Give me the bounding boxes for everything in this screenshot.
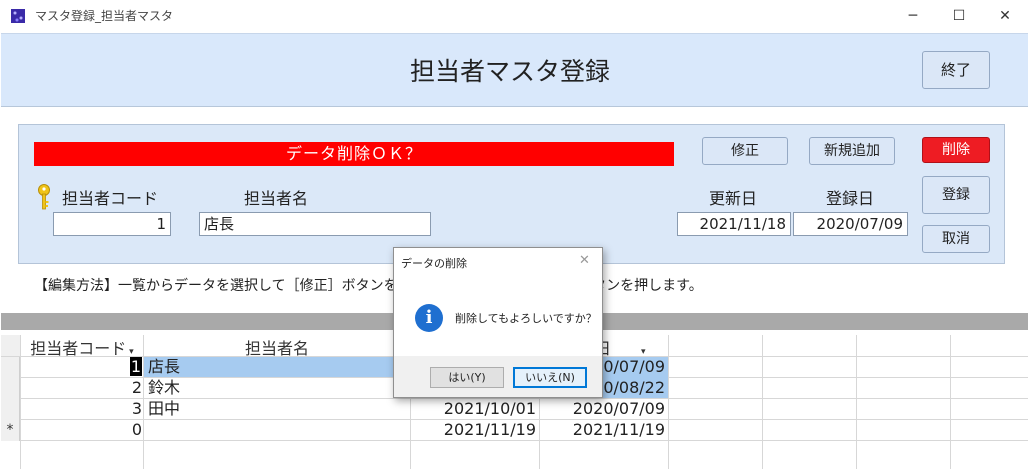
- dialog-close-icon[interactable]: ✕: [579, 253, 590, 268]
- no-button[interactable]: いいえ(N): [513, 367, 587, 388]
- table-cell-updated[interactable]: 2021/11/19: [410, 419, 536, 440]
- app-icon: [11, 9, 25, 23]
- row-selector[interactable]: [1, 378, 20, 399]
- column-header-code[interactable]: 担当者コード ▾: [22, 335, 142, 358]
- cancel-button[interactable]: 取消: [922, 225, 990, 253]
- staff-code-label: 担当者コード: [62, 189, 159, 208]
- column-header-name[interactable]: 担当者名: [144, 335, 410, 358]
- dialog-message: 削除してもよろしいですか？: [455, 312, 597, 325]
- confirm-message-bar: データ削除ＯＫ？: [34, 142, 674, 166]
- window-title: マスタ登録_担当者マスタ: [35, 9, 174, 23]
- page-title: 担当者マスタ登録: [409, 57, 610, 86]
- staff-name-label: 担当者名: [244, 189, 309, 208]
- updated-date-field[interactable]: 2021/11/18: [677, 212, 791, 236]
- yes-button[interactable]: はい(Y): [430, 367, 504, 388]
- register-button[interactable]: 登録: [922, 176, 990, 214]
- delete-button[interactable]: 削除: [922, 137, 990, 163]
- row-selector[interactable]: [1, 399, 20, 420]
- table-cell-name[interactable]: 田中: [148, 398, 180, 419]
- table-cell-registered[interactable]: 2021/11/19: [539, 419, 665, 440]
- maximize-button[interactable]: ☐: [936, 0, 982, 33]
- selected-row-highlight: [144, 357, 410, 377]
- table-cell-updated[interactable]: 2021/10/01: [410, 398, 536, 419]
- table-cell-code[interactable]: 2: [20, 377, 142, 398]
- staff-code-field[interactable]: 1: [53, 212, 171, 236]
- select-all-corner[interactable]: [1, 335, 20, 356]
- staff-name-field[interactable]: 店長: [199, 212, 431, 236]
- table-cell-code[interactable]: 0: [20, 419, 142, 440]
- edit-button[interactable]: 修正: [702, 137, 788, 165]
- minimize-button[interactable]: ─: [890, 0, 936, 33]
- registered-date-field[interactable]: 2020/07/09: [793, 212, 908, 236]
- table-cell-registered[interactable]: 2020/07/09: [539, 398, 665, 419]
- add-new-button[interactable]: 新規追加: [809, 137, 895, 165]
- updated-date-label: 更新日: [709, 189, 758, 208]
- new-row-marker[interactable]: *: [1, 420, 20, 441]
- key-icon: [38, 184, 50, 210]
- table-cell-name[interactable]: 鈴木: [148, 377, 180, 398]
- table-cell-code[interactable]: 3: [20, 398, 142, 419]
- registered-date-label: 登録日: [826, 189, 875, 208]
- info-icon: i: [415, 304, 443, 332]
- dialog-title: データの削除: [401, 257, 467, 270]
- table-cell-name[interactable]: 店長: [148, 356, 180, 377]
- row-selector[interactable]: [1, 357, 20, 378]
- close-button[interactable]: ✕: [982, 0, 1028, 33]
- exit-button[interactable]: 終了: [922, 51, 990, 89]
- table-cell-code[interactable]: 1: [20, 356, 142, 377]
- column-header-registered[interactable]: 日 ▾: [595, 335, 668, 358]
